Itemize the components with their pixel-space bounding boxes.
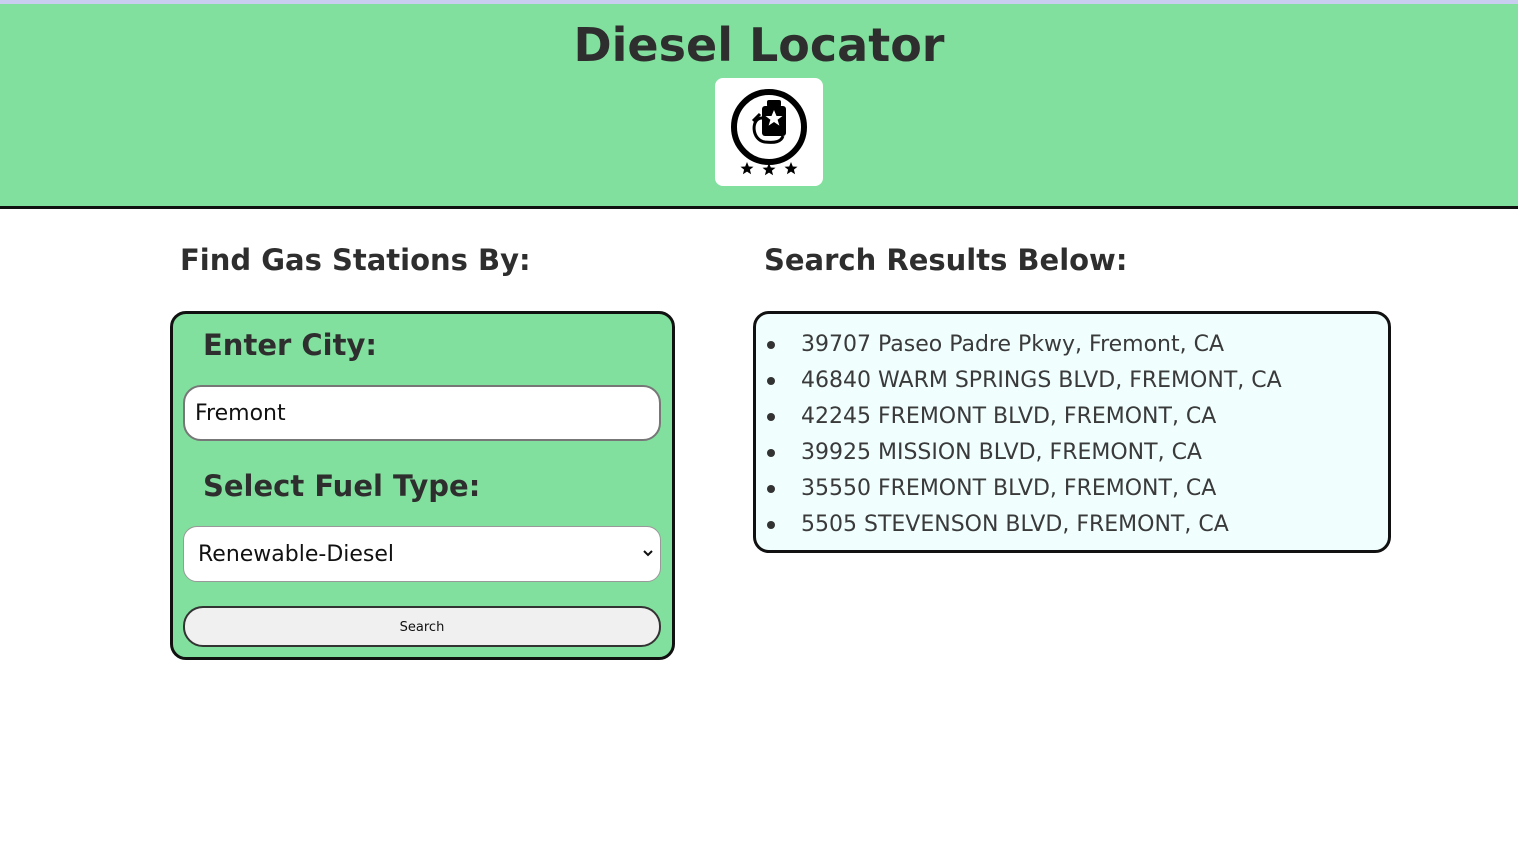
fuel-type-selected-value: Renewable-Diesel bbox=[198, 542, 395, 567]
bullet-icon bbox=[767, 521, 775, 529]
fuel-type-label: Select Fuel Type: bbox=[203, 469, 481, 503]
bullet-icon bbox=[767, 485, 775, 493]
result-address: 39925 MISSION BLVD, FREMONT, CA bbox=[801, 440, 1202, 465]
chevron-down-icon bbox=[643, 550, 653, 557]
results-list: 39707 Paseo Padre Pkwy, Fremont, CA 4684… bbox=[756, 327, 1282, 543]
result-item: 35550 FREMONT BLVD, FREMONT, CA bbox=[756, 471, 1282, 507]
bullet-icon bbox=[767, 413, 775, 421]
result-item: 39925 MISSION BLVD, FREMONT, CA bbox=[756, 435, 1282, 471]
result-address: 5505 STEVENSON BLVD, FREMONT, CA bbox=[801, 512, 1229, 537]
result-address: 39707 Paseo Padre Pkwy, Fremont, CA bbox=[801, 332, 1225, 357]
results-panel: 39707 Paseo Padre Pkwy, Fremont, CA 4684… bbox=[753, 311, 1391, 553]
city-input[interactable] bbox=[183, 385, 661, 441]
result-address: 46840 WARM SPRINGS BLVD, FREMONT, CA bbox=[801, 368, 1282, 393]
result-address: 35550 FREMONT BLVD, FREMONT, CA bbox=[801, 476, 1217, 501]
bullet-icon bbox=[767, 449, 775, 457]
result-item: 5505 STEVENSON BLVD, FREMONT, CA bbox=[756, 507, 1282, 543]
logo bbox=[715, 78, 823, 186]
fuel-pump-badge-icon bbox=[731, 89, 807, 176]
fuel-type-select[interactable]: Renewable-Diesel bbox=[183, 526, 661, 582]
result-address: 42245 FREMONT BLVD, FREMONT, CA bbox=[801, 404, 1217, 429]
result-item: 42245 FREMONT BLVD, FREMONT, CA bbox=[756, 399, 1282, 435]
site-title: Diesel Locator bbox=[573, 18, 945, 72]
city-label: Enter City: bbox=[203, 328, 377, 362]
bullet-icon bbox=[767, 377, 775, 385]
site-header: Diesel Locator bbox=[0, 4, 1518, 209]
results-heading: Search Results Below: bbox=[764, 243, 1128, 277]
search-heading: Find Gas Stations By: bbox=[180, 243, 531, 277]
bullet-icon bbox=[767, 341, 775, 349]
result-item: 46840 WARM SPRINGS BLVD, FREMONT, CA bbox=[756, 363, 1282, 399]
result-item: 39707 Paseo Padre Pkwy, Fremont, CA bbox=[756, 327, 1282, 363]
search-panel: Enter City: Select Fuel Type: Renewable-… bbox=[170, 311, 675, 660]
search-button[interactable]: Search bbox=[183, 606, 661, 647]
